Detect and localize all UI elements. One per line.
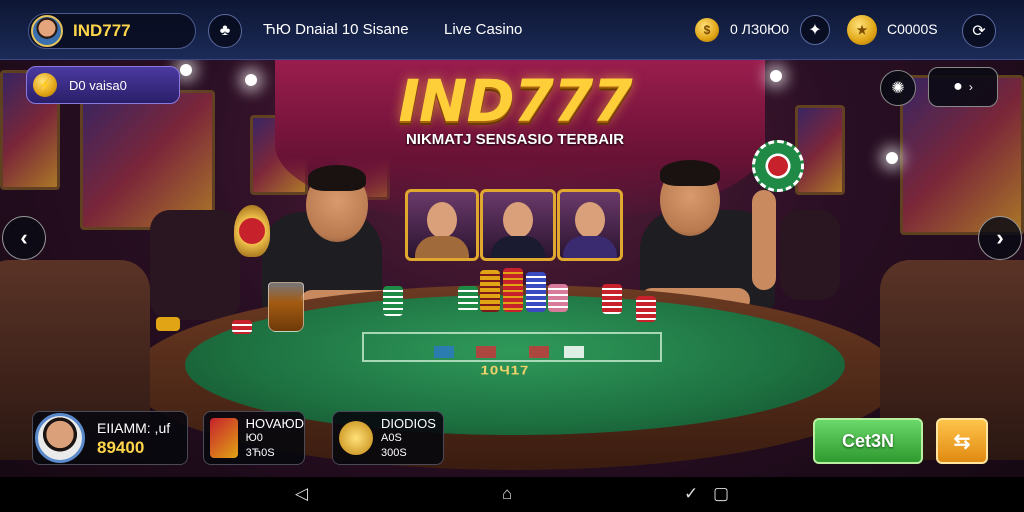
system-nav-bar: ◁ ⌂ ✓ ▢: [0, 477, 1024, 512]
royal-emblem-icon: [234, 205, 270, 257]
felt-print-text: 10Ч17: [480, 363, 530, 379]
game-card[interactable]: DIODIOS A0S 300Ѕ: [332, 411, 444, 465]
gold-coin-icon: ⚡: [33, 73, 57, 97]
chair-back: [780, 210, 840, 300]
betting-area: [362, 332, 662, 362]
game-card-value: 3Ћ0Ѕ: [245, 446, 275, 459]
recent-icon[interactable]: ▢: [713, 484, 729, 504]
chevron-right-icon: ›: [968, 80, 973, 94]
whiskey-glass: [268, 282, 304, 332]
game-card[interactable]: HOVAЮD Ю0 3Ћ0Ѕ: [203, 411, 305, 465]
game-card-value: 300Ѕ: [381, 446, 407, 459]
chat-icon: ●: [953, 78, 963, 95]
chip-stack: [602, 284, 622, 314]
chip-stack: [526, 272, 546, 312]
chip-stack: [480, 270, 500, 312]
chip-stack: [383, 286, 403, 316]
swap-button[interactable]: ⇆: [936, 418, 988, 464]
check-icon[interactable]: ✓: [684, 484, 698, 504]
chip-stack: [636, 296, 656, 322]
hero-tagline: NIKMATJ SENSASIO TERBAIR: [405, 131, 625, 148]
chip-stack: [503, 268, 523, 312]
back-icon[interactable]: ◁: [295, 484, 308, 504]
ceiling-light: [180, 64, 192, 76]
home-icon[interactable]: ⌂: [502, 484, 512, 504]
player-avatar-icon: [35, 413, 85, 463]
gold-coin-icon: $: [695, 18, 719, 42]
host-portrait[interactable]: [405, 189, 479, 261]
player-name: EIIAMM: ,uf: [97, 420, 171, 436]
menu-item-live-casino[interactable]: Live Casino: [444, 21, 522, 38]
chair-back: [150, 210, 240, 320]
play-button[interactable]: Cet3N: [813, 418, 923, 464]
wall-slot-screen: [80, 90, 215, 230]
game-card-title: HOVAЮD: [245, 415, 304, 431]
host-portrait[interactable]: [557, 189, 623, 261]
coins-display: C0000Ѕ: [887, 21, 938, 37]
gold-coin-icon: ★: [847, 15, 877, 45]
sparkle-icon[interactable]: ✦: [800, 15, 830, 45]
chat-toggle[interactable]: ● ›: [928, 67, 998, 107]
game-card-subtitle: A0S: [381, 431, 402, 444]
chip-stack: [156, 317, 180, 331]
ceiling-light: [886, 152, 898, 164]
game-thumbnail: [210, 418, 238, 458]
player-avatar-icon: [31, 15, 63, 47]
menu-item-casino[interactable]: ЋЮ Dnaial 10 Sisane: [263, 21, 409, 38]
promo-button[interactable]: ⚡ D0 vaisa0: [26, 66, 180, 104]
chip-stack: [232, 320, 252, 334]
gold-pot-icon: [339, 421, 373, 455]
chip-stack: [458, 286, 478, 312]
settings-icon[interactable]: ✺: [880, 70, 916, 106]
next-arrow-icon[interactable]: ›: [978, 216, 1022, 260]
game-card-title: DIODIOS: [381, 415, 436, 431]
game-logo: IND777: [398, 67, 632, 135]
refresh-icon[interactable]: ⟳: [962, 14, 996, 48]
prev-arrow-icon[interactable]: ‹: [2, 216, 46, 260]
wall-slot-screen: [795, 105, 845, 195]
held-casino-chip: [752, 140, 804, 192]
ceiling-light: [770, 70, 782, 82]
ceiling-light: [245, 74, 257, 86]
game-card-subtitle: Ю0: [245, 431, 263, 444]
brand-name: IND777: [73, 21, 131, 40]
player-amount: 89400: [97, 438, 145, 457]
profile-brand-pill[interactable]: IND777: [28, 13, 196, 49]
club-icon[interactable]: ♣: [208, 14, 242, 48]
promo-label: D0 vaisa0: [69, 77, 127, 93]
host-portrait[interactable]: [480, 189, 556, 261]
top-bar: IND777 ♣ ЋЮ Dnaial 10 Sisane Live Casino…: [0, 0, 1024, 60]
player-card[interactable]: EIIAMM: ,uf 89400: [32, 411, 188, 465]
balance-display: 0 ЛЗ0Ю0: [730, 21, 790, 37]
chip-stack: [548, 284, 568, 312]
